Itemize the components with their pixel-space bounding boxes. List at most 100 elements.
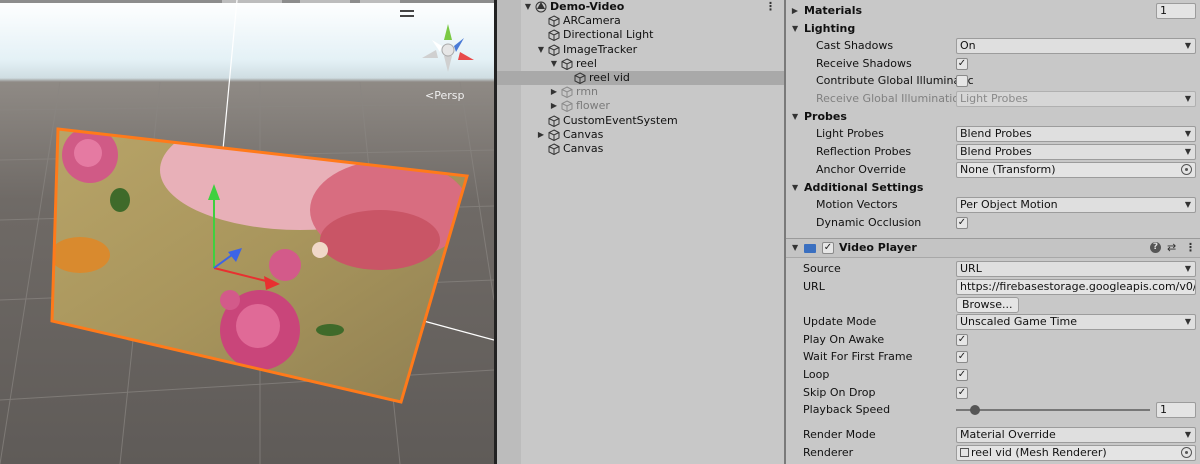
hierarchy-item-reel-vid[interactable]: reel vid xyxy=(497,71,784,85)
additional-settings-label: Additional Settings xyxy=(804,181,924,194)
hierarchy-item-demo-video[interactable]: ▼ Demo-Video ⋮ xyxy=(497,0,784,14)
play-on-awake-row: Play On Awake ✓ xyxy=(786,331,1200,349)
expand-arrow-closed-icon[interactable]: ▶ xyxy=(536,128,546,142)
anchor-override-label: Anchor Override xyxy=(816,163,906,176)
receive-gi-value: Light Probes xyxy=(960,92,1028,105)
cast-shadows-label: Cast Shadows xyxy=(816,39,894,52)
receive-shadows-checkbox[interactable]: ✓ xyxy=(956,58,968,70)
hierarchy-panel[interactable]: ▼ Demo-Video ⋮ ARCamera Directional Light ▼ Im… xyxy=(497,0,784,464)
help-icon[interactable]: ? xyxy=(1150,242,1161,253)
hierarchy-item-canvas[interactable]: ▶ Canvas xyxy=(497,128,784,142)
hierarchy-item-label: Canvas xyxy=(563,127,604,141)
materials-count-field[interactable]: 1 xyxy=(1156,3,1196,19)
motion-vectors-value: Per Object Motion xyxy=(960,198,1058,211)
cast-shadows-value: On xyxy=(960,39,976,52)
expand-arrow-open-icon[interactable]: ▼ xyxy=(523,0,533,14)
video-player-foldout-icon[interactable]: ▼ xyxy=(792,239,798,257)
hierarchy-item-rmn[interactable]: ▶ rmn xyxy=(497,85,784,99)
lighting-foldout-icon[interactable]: ▼ xyxy=(792,20,798,38)
url-input[interactable]: https://firebasestorage.googleapis.com/v… xyxy=(956,279,1196,295)
gameobject-icon xyxy=(548,143,560,155)
source-row: Source URL ▼ xyxy=(786,260,1200,278)
loop-label: Loop xyxy=(803,368,830,381)
chevron-down-icon: ▼ xyxy=(1184,200,1191,209)
object-picker-icon[interactable] xyxy=(1181,164,1192,175)
hierarchy-menu-icon[interactable]: ⋮ xyxy=(765,0,776,14)
browse-button[interactable]: Browse... xyxy=(956,297,1019,313)
anchor-override-field[interactable]: None (Transform) xyxy=(956,162,1196,178)
gameobject-icon xyxy=(561,100,573,113)
video-player-component-header[interactable]: ▼ ✓ Video Player ? ⇄ ⋮ xyxy=(786,238,1200,258)
preset-settings-icon[interactable]: ⇄ xyxy=(1167,239,1176,257)
component-menu-icon[interactable]: ⋮ xyxy=(1185,239,1196,257)
hierarchy-item-arcamera[interactable]: ARCamera xyxy=(497,14,784,28)
skip-on-drop-checkbox[interactable]: ✓ xyxy=(956,387,968,399)
contribute-gi-checkbox[interactable] xyxy=(956,75,968,87)
video-quad[interactable] xyxy=(0,0,494,464)
render-mode-label: Render Mode xyxy=(803,428,876,441)
url-label: URL xyxy=(803,280,825,293)
gameobject-icon xyxy=(548,129,560,141)
expand-arrow-closed-icon[interactable]: ▶ xyxy=(549,99,559,113)
additional-settings-foldout-icon[interactable]: ▼ xyxy=(792,179,798,197)
cast-shadows-dropdown[interactable]: On ▼ xyxy=(956,38,1196,54)
hierarchy-item-directional-light[interactable]: Directional Light xyxy=(497,28,784,42)
playback-speed-input[interactable]: 1 xyxy=(1156,402,1196,418)
motion-vectors-dropdown[interactable]: Per Object Motion ▼ xyxy=(956,197,1196,213)
loop-row: Loop ✓ xyxy=(786,366,1200,384)
expand-arrow-open-icon[interactable]: ▼ xyxy=(536,43,546,57)
reflection-probes-dropdown[interactable]: Blend Probes ▼ xyxy=(956,144,1196,160)
light-probes-label: Light Probes xyxy=(816,127,884,140)
playback-speed-slider-track[interactable] xyxy=(956,409,1150,411)
hierarchy-item-imagetracker[interactable]: ▼ ImageTracker xyxy=(497,43,784,57)
hierarchy-item-canvas[interactable]: Canvas xyxy=(497,142,784,156)
gameobject-icon xyxy=(548,15,560,28)
reflection-probes-value: Blend Probes xyxy=(960,145,1032,158)
hierarchy-item-reel[interactable]: ▼ reel xyxy=(497,57,784,71)
materials-label: Materials xyxy=(804,4,863,17)
hierarchy-item-label: rmn xyxy=(576,85,599,99)
loop-checkbox[interactable]: ✓ xyxy=(956,369,968,381)
gameobject-icon xyxy=(548,44,560,56)
expand-arrow-open-icon[interactable]: ▼ xyxy=(549,57,559,71)
lighting-header[interactable]: ▼ Lighting xyxy=(786,20,1200,38)
renderer-field[interactable]: reel vid (Mesh Renderer) xyxy=(956,445,1196,461)
source-dropdown[interactable]: URL ▼ xyxy=(956,261,1196,277)
contribute-gi-label: Contribute Global Illuminatic xyxy=(816,74,974,87)
hierarchy-item-customeventsystem[interactable]: CustomEventSystem xyxy=(497,114,784,128)
update-mode-row: Update Mode Unscaled Game Time ▼ xyxy=(786,313,1200,331)
gameobject-icon xyxy=(561,86,573,99)
video-player-enabled-checkbox[interactable]: ✓ xyxy=(822,242,834,254)
update-mode-dropdown[interactable]: Unscaled Game Time ▼ xyxy=(956,314,1196,330)
hierarchy-item-label: CustomEventSystem xyxy=(563,113,678,127)
dynamic-occlusion-checkbox[interactable]: ✓ xyxy=(956,217,968,229)
scene-view[interactable]: <Persp xyxy=(0,0,494,464)
inspector-panel[interactable]: ▼ Materials 1 ▼ Lighting Cast Shadows On… xyxy=(786,0,1200,464)
expand-arrow-closed-icon[interactable]: ▶ xyxy=(549,85,559,99)
renderer-label: Renderer xyxy=(803,446,854,459)
mesh-renderer-icon xyxy=(960,448,969,457)
renderer-row: Renderer reel vid (Mesh Renderer) xyxy=(786,444,1200,462)
anchor-override-value: None (Transform) xyxy=(960,163,1056,176)
cast-shadows-row: Cast Shadows On ▼ xyxy=(786,37,1200,55)
wait-first-frame-checkbox[interactable]: ✓ xyxy=(956,351,968,363)
hierarchy-item-label: reel vid xyxy=(589,71,630,84)
probes-header[interactable]: ▼ Probes xyxy=(786,108,1200,126)
hierarchy-item-label: ImageTracker xyxy=(563,42,638,56)
light-probes-value: Blend Probes xyxy=(960,127,1032,140)
play-on-awake-checkbox[interactable]: ✓ xyxy=(956,334,968,346)
update-mode-label: Update Mode xyxy=(803,315,877,328)
object-picker-icon[interactable] xyxy=(1181,447,1192,458)
materials-row[interactable]: ▼ Materials 1 xyxy=(786,2,1200,20)
receive-gi-row: Receive Global Illumination Light Probes… xyxy=(786,90,1200,108)
hierarchy-item-flower[interactable]: ▶ flower xyxy=(497,99,784,113)
light-probes-dropdown[interactable]: Blend Probes ▼ xyxy=(956,126,1196,142)
update-mode-value: Unscaled Game Time xyxy=(960,315,1078,328)
reflection-probes-label: Reflection Probes xyxy=(816,145,912,158)
probes-foldout-icon[interactable]: ▼ xyxy=(792,108,798,126)
playback-speed-slider-handle[interactable] xyxy=(970,405,981,415)
materials-foldout-icon[interactable]: ▼ xyxy=(786,8,804,14)
additional-settings-header[interactable]: ▼ Additional Settings xyxy=(786,179,1200,197)
render-mode-dropdown[interactable]: Material Override ▼ xyxy=(956,427,1196,443)
lighting-header-label: Lighting xyxy=(804,22,856,35)
